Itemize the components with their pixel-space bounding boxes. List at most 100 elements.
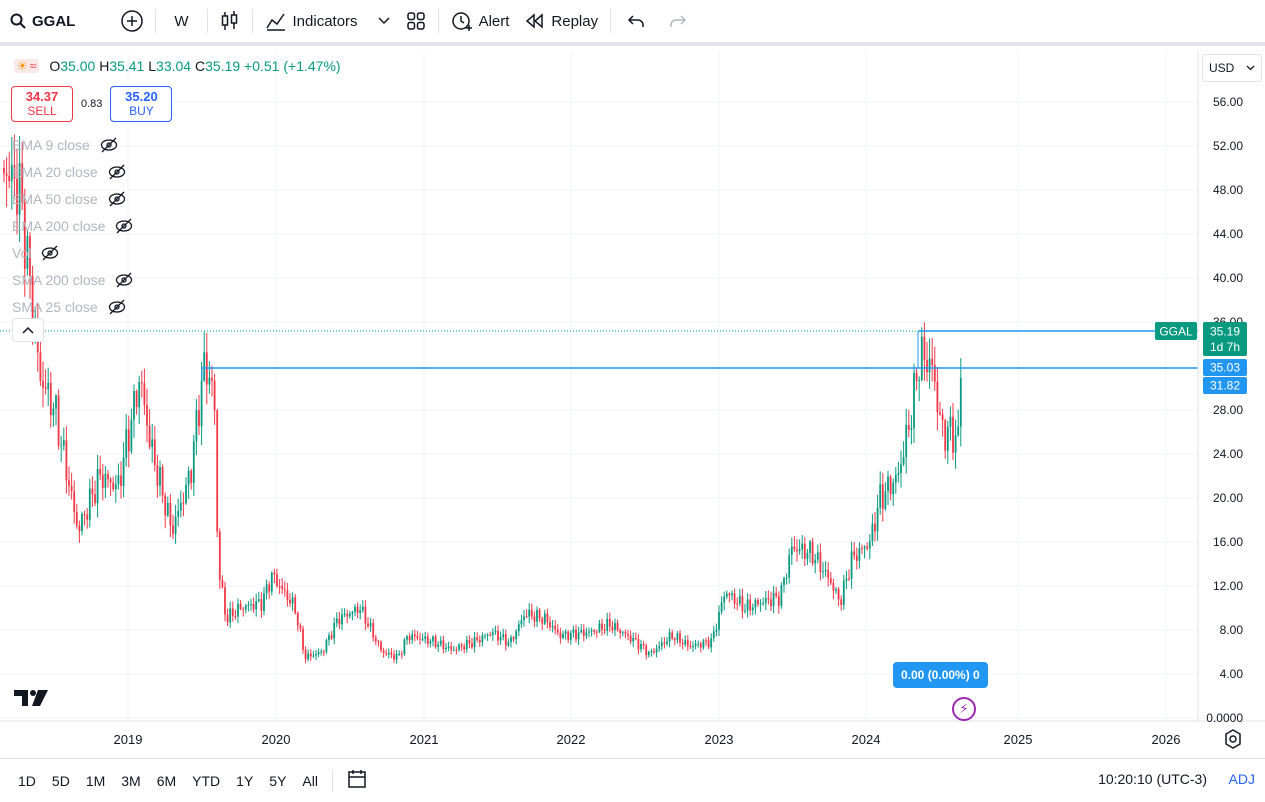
range-button[interactable]: 1M — [78, 773, 113, 789]
redo-button[interactable] — [657, 0, 699, 44]
candle-body — [772, 592, 775, 607]
eye-hidden-icon[interactable] — [108, 163, 126, 181]
indicator-row[interactable]: Vol — [12, 239, 133, 266]
candle-body — [764, 597, 767, 604]
candle-body — [361, 606, 364, 611]
range-button[interactable]: YTD — [184, 773, 228, 789]
range-button[interactable]: 1D — [10, 773, 44, 789]
sell-button[interactable]: 34.37 SELL — [11, 86, 73, 122]
indicator-row[interactable]: EMA 9 close — [12, 131, 133, 158]
candle-body — [637, 638, 640, 650]
price-axis[interactable]: 56.0052.0048.0044.0040.0036.0028.0024.00… — [1206, 95, 1243, 725]
eye-hidden-icon[interactable] — [108, 190, 126, 208]
candle-body — [915, 372, 918, 381]
candle-body — [593, 630, 596, 632]
range-button[interactable]: 5D — [44, 773, 78, 789]
price-chart[interactable]: 56.0052.0048.0044.0040.0036.0028.0024.00… — [0, 50, 1265, 758]
candle-body — [268, 584, 271, 592]
candle-body — [814, 559, 817, 564]
candle-body — [894, 474, 897, 483]
replay-button[interactable]: Replay — [517, 0, 606, 44]
candle-body — [208, 377, 211, 385]
candle-body — [632, 637, 635, 642]
price-tick-label: 48.00 — [1213, 183, 1243, 197]
candle-body — [926, 360, 928, 373]
eye-hidden-icon[interactable] — [108, 298, 126, 316]
symbol-search[interactable]: GGAL — [0, 0, 83, 44]
settings-gear-icon[interactable] — [1222, 728, 1244, 750]
alert-button[interactable]: Alert — [443, 0, 518, 44]
interval-button[interactable]: W — [160, 0, 202, 44]
lightning-icon[interactable]: ⚡ — [952, 697, 976, 721]
candle-body — [380, 642, 382, 651]
candle-body — [315, 654, 317, 656]
indicator-row[interactable]: SMA 200 close — [12, 266, 133, 293]
eye-hidden-icon[interactable] — [100, 136, 118, 154]
currency-select[interactable]: USD — [1202, 54, 1262, 82]
indicators-icon — [265, 13, 285, 31]
candle-body — [112, 482, 115, 490]
chart-type-button[interactable] — [212, 0, 248, 44]
eye-hidden-icon[interactable] — [41, 244, 59, 262]
indicator-row[interactable]: EMA 50 close — [12, 185, 133, 212]
candle-body — [400, 653, 403, 655]
indicator-row[interactable]: EMA 200 close — [12, 212, 133, 239]
candle-body — [255, 601, 258, 610]
indicators-button[interactable]: Indicators — [257, 0, 398, 44]
goto-date-button[interactable] — [339, 769, 377, 792]
range-button[interactable]: 6M — [149, 773, 184, 789]
range-button[interactable]: 5Y — [261, 773, 294, 789]
eye-hidden-icon[interactable] — [115, 271, 133, 289]
candle-body — [741, 596, 744, 612]
candle-body — [819, 552, 822, 573]
candle-body — [556, 629, 559, 633]
line-a-tag: 35.03 — [1210, 361, 1240, 375]
candle-body — [645, 645, 648, 656]
candle-body — [874, 523, 876, 532]
line-b-tag: 31.82 — [1210, 379, 1240, 393]
candle-body — [892, 482, 895, 495]
candle-body — [660, 642, 663, 647]
buy-button[interactable]: 35.20 BUY — [110, 86, 173, 122]
range-button[interactable]: 1Y — [228, 773, 261, 789]
candle-body — [65, 440, 68, 481]
indicator-row[interactable]: SMA 25 close — [12, 293, 133, 320]
plus-circle-icon — [121, 10, 144, 32]
candle-body — [317, 652, 320, 655]
candle-body — [848, 578, 850, 580]
chevron-down-icon[interactable] — [378, 17, 390, 25]
compare-button[interactable] — [113, 0, 151, 44]
candle-body — [707, 640, 710, 648]
collapse-legend-button[interactable] — [12, 318, 44, 342]
measure-pill: 0.00 (0.00%) 0 — [893, 662, 988, 688]
tradingview-logo[interactable] — [14, 688, 50, 713]
candle-body — [585, 632, 588, 636]
clock-timezone[interactable]: 10:20:10 (UTC-3) — [1098, 771, 1207, 787]
candle-body — [478, 639, 481, 643]
candle-body — [668, 632, 671, 642]
eye-hidden-icon[interactable] — [115, 217, 133, 235]
candle-body — [494, 630, 497, 633]
candle-body — [73, 491, 76, 512]
candle-body — [900, 464, 902, 473]
indicator-row[interactable]: EMA 20 close — [12, 158, 133, 185]
divider — [331, 769, 333, 792]
undo-button[interactable] — [615, 0, 657, 44]
candle-body — [146, 404, 148, 426]
candle-body — [177, 510, 180, 517]
adj-toggle[interactable]: ADJ — [1229, 771, 1255, 787]
candle-body — [237, 603, 239, 617]
layouts-button[interactable] — [398, 0, 434, 44]
candle-body — [575, 629, 577, 640]
range-button[interactable]: All — [294, 773, 326, 789]
candle-body — [845, 578, 848, 581]
candle-body — [910, 428, 913, 430]
candle-body — [640, 644, 642, 650]
candle-body — [718, 611, 720, 630]
range-button[interactable]: 3M — [113, 773, 148, 789]
candle-body — [949, 416, 952, 428]
candle-body — [447, 646, 450, 648]
candle-body — [829, 578, 832, 584]
price-tick-label: 8.00 — [1220, 623, 1244, 637]
time-axis[interactable]: 2019 2020 2021 2022 2023 2024 2025 2026 — [114, 732, 1181, 747]
